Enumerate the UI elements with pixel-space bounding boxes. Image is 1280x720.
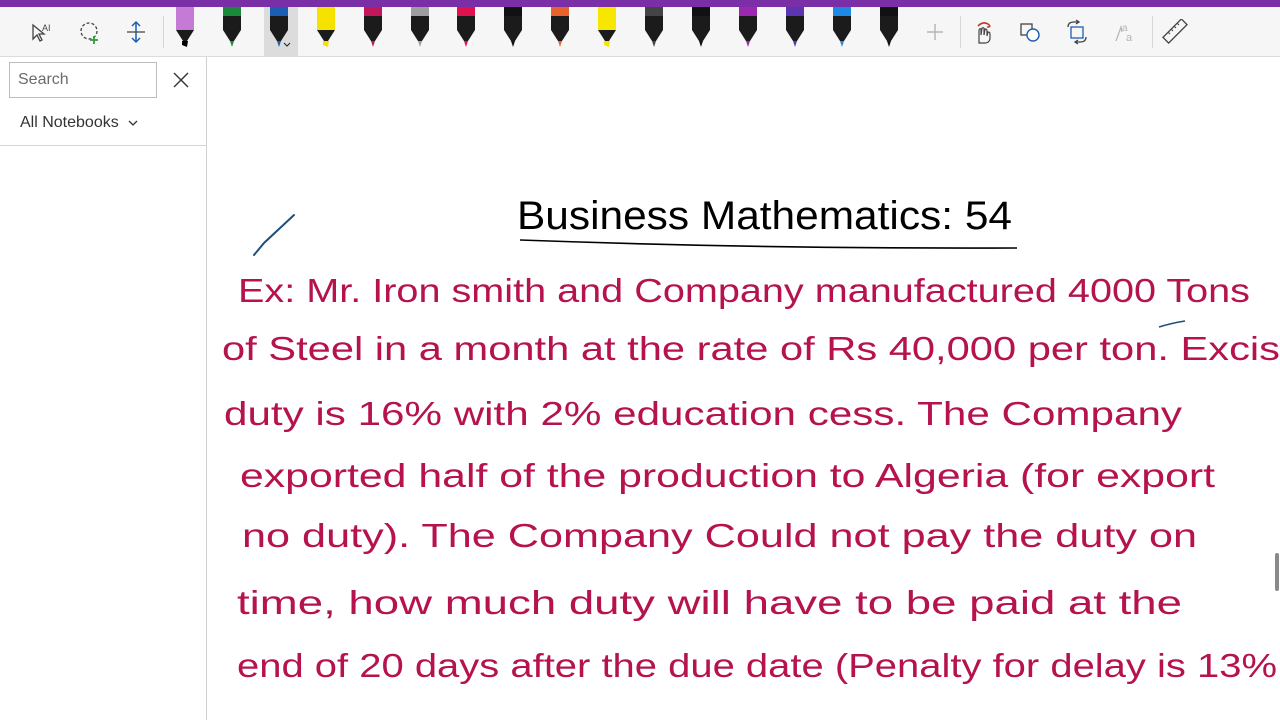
note-line-3: duty is 16% with 2% education cess. The …: [224, 395, 1183, 432]
insert-space-tool[interactable]: [118, 7, 154, 56]
insert-space-icon: [127, 20, 145, 43]
ink-to-math-button[interactable]: a a: [1108, 7, 1144, 56]
search-sidebar: All Notebooks: [0, 57, 207, 720]
notebook-filter-label: All Notebooks: [20, 114, 119, 131]
shapes-icon: [1020, 22, 1040, 42]
pen-icon: [739, 7, 757, 47]
pen-icon: [504, 7, 522, 47]
pen-14[interactable]: [780, 7, 810, 56]
note-line-2: of Steel in a month at the rate of Rs 40…: [222, 330, 1280, 367]
pen-icon: [364, 7, 382, 47]
ink-underline: [1158, 320, 1186, 328]
ink-layer: Business Mathematics: 54 Ex: Mr. Iron sm…: [222, 194, 1280, 684]
pen-16[interactable]: [874, 7, 904, 56]
ruler-button[interactable]: [1157, 7, 1193, 56]
pen-icon: [786, 7, 804, 47]
note-line-6: time, how much duty will have to be paid…: [237, 584, 1182, 621]
note-page-canvas[interactable]: Business Mathematics: 54 Ex: Mr. Iron sm…: [207, 57, 1280, 720]
note-line-5: no duty). The Company Could not pay the …: [242, 517, 1197, 554]
shapes-button[interactable]: [1012, 7, 1048, 56]
pen-12[interactable]: [686, 7, 716, 56]
pen-15[interactable]: [827, 7, 857, 56]
draw-toolbar: AI a a: [0, 7, 1280, 57]
ink-replay-icon: [1067, 18, 1087, 45]
note-line-7: end of 20 days after the due date (Penal…: [237, 647, 1277, 684]
ink-to-math-icon: a a: [1115, 23, 1133, 44]
type-to-draw-icon: AI: [32, 23, 51, 42]
toolbar-divider: [1152, 16, 1153, 48]
pen-7[interactable]: [451, 7, 481, 56]
pen-icon: [692, 7, 710, 47]
notebook-filter-dropdown[interactable]: All Notebooks: [20, 111, 138, 135]
lasso-select-tool[interactable]: [72, 7, 108, 56]
pen-2[interactable]: [217, 7, 247, 56]
note-line-1: Ex: Mr. Iron smith and Company manufactu…: [238, 272, 1250, 309]
pen-13[interactable]: [733, 7, 763, 56]
pen-8[interactable]: [498, 7, 528, 56]
svg-text:a: a: [1126, 32, 1133, 44]
close-icon: [173, 72, 189, 88]
highlighter-icon: [317, 7, 335, 47]
app-accent-bar: [0, 0, 1280, 7]
pen-icon: [223, 7, 241, 47]
highlighter-icon: [176, 7, 194, 47]
svg-text:AI: AI: [42, 23, 51, 33]
ink-replay-button[interactable]: [1059, 7, 1095, 56]
pen-icon: [270, 7, 291, 47]
ink-to-shape-icon: [977, 21, 991, 44]
pen-icon: [411, 7, 429, 47]
vertical-scrollbar-thumb[interactable]: [1275, 553, 1279, 591]
note-line-4: exported half of the production to Alger…: [240, 457, 1215, 494]
search-input[interactable]: [9, 62, 157, 98]
pen-6[interactable]: [405, 7, 435, 56]
ruler-icon: [1162, 18, 1188, 44]
close-search-button[interactable]: [168, 67, 194, 93]
toolbar-divider: [163, 16, 164, 48]
pen-1[interactable]: [170, 7, 200, 56]
chevron-down-icon: [128, 120, 138, 126]
pen-icon: [457, 7, 475, 47]
pen-icon: [551, 7, 569, 47]
ink-to-shape-button[interactable]: [964, 7, 1000, 56]
pen-5[interactable]: [358, 7, 388, 56]
pen-icon: [880, 7, 898, 47]
pen-10[interactable]: [592, 7, 622, 56]
pen-icon: [833, 7, 851, 47]
page-title: Business Mathematics: 54: [517, 194, 1012, 238]
pen-icon: [645, 7, 663, 47]
search-pane-header: All Notebooks: [0, 57, 206, 146]
pen-3[interactable]: [264, 7, 298, 56]
title-underline: [519, 239, 1018, 249]
type-to-draw-tool[interactable]: AI: [24, 7, 60, 56]
highlighter-icon: [598, 7, 616, 47]
toolbar-divider: [960, 16, 961, 48]
checkmark-ink: [253, 214, 295, 256]
add-pen-icon: [927, 23, 943, 40]
pen-11[interactable]: [639, 7, 669, 56]
add-pen-button[interactable]: [917, 7, 953, 56]
pen-4[interactable]: [311, 7, 341, 56]
lasso-select-icon: [80, 21, 98, 44]
pen-9[interactable]: [545, 7, 575, 56]
